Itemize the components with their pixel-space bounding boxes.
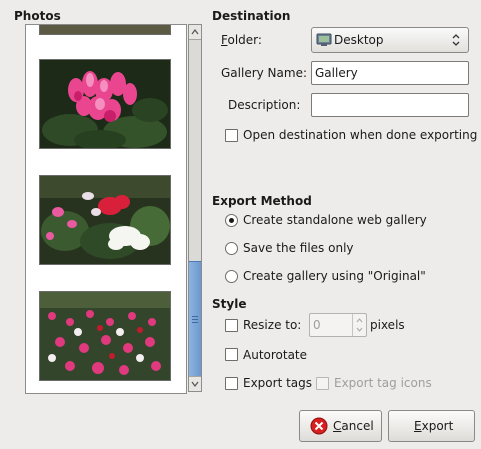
stepper-arrows-icon[interactable] (352, 314, 366, 336)
description-input[interactable] (311, 93, 469, 117)
style-heading: Style (212, 297, 247, 311)
radio-gallery-original[interactable] (225, 270, 238, 283)
export-label: Export (414, 419, 454, 433)
cancel-icon (310, 417, 328, 438)
combo-arrows-icon (451, 32, 461, 51)
photos-list[interactable] (25, 24, 187, 394)
photo-thumbnail[interactable] (39, 59, 171, 149)
radio-standalone-gallery-label[interactable]: Create standalone web gallery (243, 213, 427, 227)
cancel-button[interactable]: Cancel (299, 410, 382, 442)
open-destination-label[interactable]: Open destination when done exporting (243, 128, 477, 142)
export-tag-icons-checkbox[interactable] (316, 377, 329, 390)
scroll-up-arrow[interactable] (189, 25, 201, 40)
photo-thumbnail[interactable] (39, 25, 171, 35)
radio-save-files-only-label[interactable]: Save the files only (243, 241, 354, 255)
radio-gallery-original-label[interactable]: Create gallery using "Original" (243, 269, 426, 283)
photos-scrollbar[interactable] (188, 24, 202, 392)
folder-label: Folder: (221, 33, 262, 47)
folder-value: Desktop (334, 33, 384, 47)
destination-heading: Destination (212, 9, 291, 23)
autorotate-checkbox[interactable] (225, 348, 238, 361)
export-tags-checkbox[interactable] (225, 377, 238, 390)
export-method-heading: Export Method (212, 194, 312, 208)
gallery-name-label: Gallery Name: (221, 66, 307, 80)
resize-checkbox[interactable] (225, 319, 238, 332)
folder-combo[interactable]: Desktop (311, 27, 469, 53)
resize-unit: pixels (370, 318, 405, 332)
description-label: Description: (228, 98, 301, 112)
autorotate-label[interactable]: Autorotate (243, 348, 307, 362)
photos-label: Photos (14, 9, 61, 23)
resize-stepper[interactable]: 0 (309, 313, 367, 337)
radio-standalone-gallery[interactable] (225, 214, 238, 227)
export-button[interactable]: Export (388, 410, 475, 442)
scroll-down-arrow[interactable] (189, 376, 201, 391)
open-destination-checkbox[interactable] (225, 129, 238, 142)
photo-thumbnail[interactable] (39, 175, 171, 265)
radio-save-files-only[interactable] (225, 242, 238, 255)
folder-icon (316, 33, 332, 50)
scroll-thumb[interactable] (189, 261, 201, 379)
resize-label[interactable]: Resize to: (243, 318, 301, 332)
export-tag-icons-label[interactable]: Export tag icons (334, 376, 432, 390)
export-tags-label[interactable]: Export tags (243, 376, 312, 390)
cancel-label: Cancel (333, 419, 374, 433)
gallery-name-input[interactable]: Gallery (311, 61, 469, 85)
photo-thumbnail[interactable] (39, 291, 171, 381)
resize-value: 0 (313, 318, 321, 332)
